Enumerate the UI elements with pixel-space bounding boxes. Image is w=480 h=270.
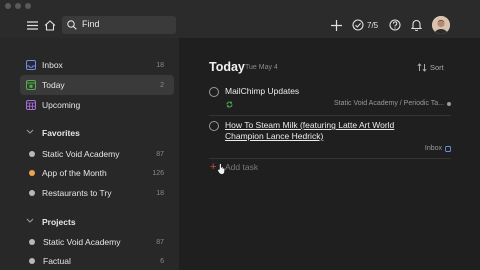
task-checkbox[interactable] bbox=[209, 87, 219, 97]
zoom-window-button[interactable] bbox=[25, 3, 31, 9]
main-content: Today Tue May 4 Sort MailChimp Updates S… bbox=[179, 38, 480, 270]
task-divider bbox=[209, 158, 451, 159]
sort-label: Sort bbox=[430, 63, 444, 72]
sidebar-item-favorite[interactable]: App of the Month 126 bbox=[20, 163, 174, 183]
avatar[interactable] bbox=[432, 16, 450, 34]
task-title[interactable]: How To Steam Milk (featuring Latte Art W… bbox=[225, 120, 415, 142]
search-placeholder: Find bbox=[82, 19, 100, 29]
sidebar-item-today[interactable]: Today 2 bbox=[20, 75, 174, 95]
section-title: Projects bbox=[42, 217, 76, 227]
task-project[interactable]: Inbox bbox=[425, 145, 451, 152]
task-item[interactable]: How To Steam Milk (featuring Latte Art W… bbox=[209, 120, 451, 156]
sidebar: Inbox 18 Today 2 Upcoming Favorites Stat… bbox=[0, 38, 179, 270]
sidebar-item-upcoming[interactable]: Upcoming bbox=[20, 95, 174, 115]
sidebar-item-favorite[interactable]: Static Void Academy 87 bbox=[20, 144, 174, 164]
chevron-down-icon bbox=[26, 129, 34, 134]
project-color-dot bbox=[29, 258, 35, 264]
inbox-icon bbox=[26, 60, 36, 70]
plus-icon: + bbox=[210, 161, 217, 173]
search-input[interactable]: Find bbox=[62, 16, 176, 34]
productivity-button[interactable]: 7/5 bbox=[352, 17, 378, 33]
project-color-dot bbox=[29, 170, 35, 176]
karma-count: 7/5 bbox=[367, 20, 379, 30]
sidebar-item-label: Today bbox=[42, 80, 65, 90]
sort-icon bbox=[417, 63, 427, 72]
calendar-today-icon bbox=[26, 80, 36, 90]
sidebar-item-count: 18 bbox=[156, 61, 164, 69]
task-project-label: Inbox bbox=[424, 145, 442, 152]
top-bar: Find 7/5 bbox=[0, 12, 480, 38]
hand-cursor-icon bbox=[217, 163, 225, 175]
sidebar-item-count: 6 bbox=[160, 257, 164, 265]
window-titlebar bbox=[0, 0, 480, 12]
task-project[interactable]: Static Void Academy / Periodic Ta... bbox=[334, 100, 451, 107]
sidebar-item-label: Restaurants to Try bbox=[42, 188, 112, 198]
chevron-down-icon bbox=[26, 218, 34, 223]
help-button[interactable] bbox=[387, 17, 403, 33]
sidebar-item-count: 87 bbox=[156, 238, 164, 246]
inbox-icon bbox=[445, 145, 451, 152]
page-date: Tue May 4 bbox=[245, 64, 278, 71]
help-icon bbox=[389, 19, 401, 31]
add-task-button[interactable] bbox=[328, 17, 344, 33]
task-checkbox[interactable] bbox=[209, 121, 219, 131]
project-color-dot bbox=[29, 151, 35, 157]
projects-section-header[interactable]: Projects bbox=[26, 217, 176, 229]
sidebar-item-count: 126 bbox=[152, 169, 164, 177]
close-window-button[interactable] bbox=[5, 3, 11, 9]
calendar-upcoming-icon bbox=[26, 100, 36, 110]
task-divider bbox=[209, 115, 451, 116]
sidebar-item-inbox[interactable]: Inbox 18 bbox=[20, 55, 174, 75]
project-color-dot bbox=[447, 101, 451, 106]
page-title: Today bbox=[209, 60, 245, 74]
task-project-label: Static Void Academy / Periodic Ta... bbox=[334, 100, 444, 107]
sidebar-item-label: Factual bbox=[43, 256, 71, 266]
search-icon bbox=[67, 20, 77, 30]
sidebar-item-project[interactable]: Factual 6 bbox=[20, 251, 174, 270]
recurring-icon bbox=[226, 101, 233, 108]
sidebar-item-count: 2 bbox=[160, 81, 164, 89]
sidebar-item-count: 18 bbox=[156, 189, 164, 197]
bell-icon bbox=[410, 19, 422, 31]
plus-icon bbox=[330, 19, 342, 31]
notifications-button[interactable] bbox=[408, 17, 424, 33]
sidebar-item-favorite[interactable]: Restaurants to Try 18 bbox=[20, 183, 174, 203]
project-color-dot bbox=[29, 239, 35, 245]
project-color-dot bbox=[29, 190, 35, 196]
sidebar-item-label: Static Void Academy bbox=[42, 149, 120, 159]
sort-button[interactable]: Sort bbox=[417, 63, 444, 72]
sidebar-item-label: Upcoming bbox=[42, 100, 81, 110]
check-circle-icon bbox=[352, 19, 364, 31]
minimize-window-button[interactable] bbox=[15, 3, 21, 9]
section-title: Favorites bbox=[42, 128, 80, 138]
home-icon[interactable] bbox=[42, 17, 58, 33]
menu-icon[interactable] bbox=[24, 17, 40, 33]
sidebar-item-count: 87 bbox=[156, 150, 164, 158]
add-task-inline-button[interactable]: Add task bbox=[225, 162, 258, 172]
task-item[interactable]: MailChimp Updates Static Void Academy / … bbox=[209, 86, 451, 112]
sidebar-item-label: Inbox bbox=[42, 60, 63, 70]
sidebar-item-label: Static Void Academy bbox=[43, 237, 121, 247]
sidebar-item-label: App of the Month bbox=[42, 168, 107, 178]
task-title[interactable]: MailChimp Updates bbox=[225, 86, 299, 97]
sidebar-item-project[interactable]: Static Void Academy 87 bbox=[20, 232, 174, 252]
favorites-section-header[interactable]: Favorites bbox=[26, 128, 176, 140]
